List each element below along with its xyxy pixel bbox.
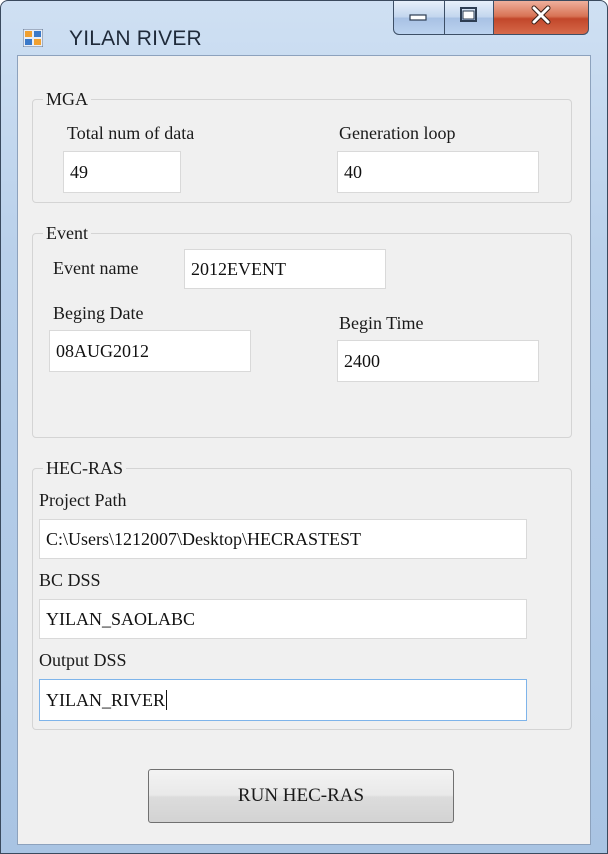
event-group-title: Event [43, 222, 91, 244]
minimize-icon [408, 8, 430, 27]
event-name-label: Event name [53, 258, 139, 278]
event-name-input[interactable]: 2012EVENT [184, 249, 386, 289]
text-caret [166, 690, 167, 710]
bc-dss-input[interactable]: YILAN_SAOLABC [39, 599, 527, 639]
bc-dss-label: BC DSS [39, 570, 101, 590]
project-path-input[interactable]: C:\Users\1212007\Desktop\HECRASTEST [39, 519, 527, 559]
hecras-group: HEC-RAS Project Path C:\Users\1212007\De… [32, 457, 572, 730]
maximize-button[interactable] [444, 1, 494, 35]
form-client-area: MGA Total num of data 49 Generation loop… [17, 55, 591, 845]
project-path-label: Project Path [39, 490, 127, 510]
close-icon [529, 5, 553, 30]
begin-time-label: Begin Time [339, 313, 424, 333]
app-window: YILAN RIVER MGA Total num of data 49 Gen… [0, 0, 608, 854]
event-group: Event Event name 2012EVENT Beging Date 0… [32, 222, 572, 438]
begin-date-label: Beging Date [53, 303, 144, 323]
total-num-input[interactable]: 49 [63, 151, 181, 193]
mga-group-title: MGA [43, 88, 92, 110]
output-dss-label: Output DSS [39, 650, 127, 670]
output-dss-value: YILAN_RIVER [46, 690, 165, 710]
hecras-group-title: HEC-RAS [43, 457, 127, 479]
generation-loop-input[interactable]: 40 [337, 151, 539, 193]
close-button[interactable] [493, 1, 589, 35]
generation-loop-label: Generation loop [339, 123, 456, 143]
begin-time-input[interactable]: 2400 [337, 340, 539, 382]
minimize-button[interactable] [393, 1, 445, 35]
output-dss-input[interactable]: YILAN_RIVER [39, 679, 527, 721]
app-icon [22, 28, 44, 48]
begin-date-input[interactable]: 08AUG2012 [49, 330, 251, 372]
window-title: YILAN RIVER [69, 27, 202, 50]
total-num-label: Total num of data [67, 123, 195, 143]
maximize-icon [458, 5, 480, 30]
mga-group: MGA Total num of data 49 Generation loop… [32, 88, 572, 203]
title-bar[interactable]: YILAN RIVER [1, 1, 607, 51]
run-hecras-button[interactable]: RUN HEC-RAS [148, 769, 454, 823]
